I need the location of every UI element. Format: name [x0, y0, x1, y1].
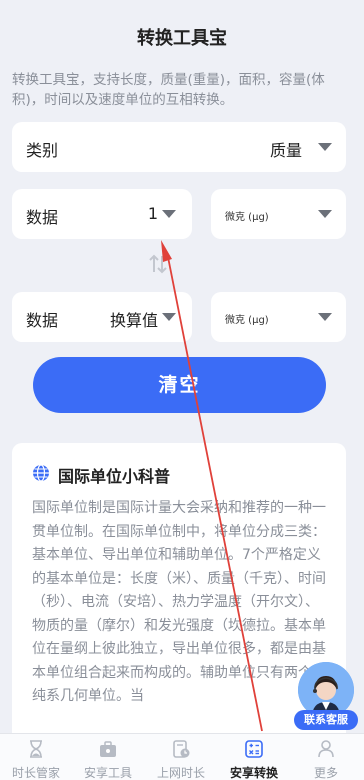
swap-icon[interactable]: [146, 254, 170, 274]
input-unit-value: 微克 (μg): [225, 212, 269, 223]
tab-tools[interactable]: 安享工具: [72, 734, 144, 780]
chevron-down-icon: [318, 210, 332, 218]
tab-label: 上网时长: [156, 766, 205, 780]
chevron-down-icon: [318, 143, 332, 151]
tab-more[interactable]: 更多: [290, 734, 362, 780]
bottom-tab-bar: 时长管家 安享工具 上网时长 安享转换 更多: [0, 733, 364, 780]
clear-button[interactable]: 清空: [33, 357, 326, 413]
input-value: 1: [147, 204, 158, 223]
chevron-down-icon: [162, 210, 176, 218]
category-select[interactable]: 类别 质量: [12, 122, 346, 172]
tab-label: 时长管家: [11, 766, 60, 780]
tab-label: 安享转换: [229, 766, 278, 780]
output-value-field[interactable]: 数据 换算值: [12, 292, 192, 342]
calculator-icon: [245, 740, 263, 758]
info-title: 国际单位小科普: [58, 467, 171, 486]
input-label: 数据: [26, 208, 59, 227]
clock-doc-icon: [173, 740, 190, 758]
output-unit-value: 微克 (μg): [225, 315, 269, 326]
output-value: 换算值: [109, 311, 158, 330]
input-value-field[interactable]: 数据 1: [12, 189, 192, 239]
output-label: 数据: [26, 311, 59, 330]
category-value: 质量: [269, 141, 302, 160]
page-title: 转换工具宝: [137, 28, 227, 49]
chevron-down-icon: [162, 313, 176, 321]
customer-service-button[interactable]: 联系客服: [294, 662, 358, 732]
tab-convert[interactable]: 安享转换: [218, 734, 290, 780]
globe-icon: [33, 464, 49, 482]
input-unit-select[interactable]: 微克 (μg): [211, 189, 346, 239]
tab-online-duration[interactable]: 上网时长: [145, 734, 217, 780]
category-label: 类别: [26, 141, 59, 160]
info-body: 国际单位制是国际计量大会采纳和推荐的一种一贯单位制。在国际单位制中，将单位分成三…: [32, 500, 326, 704]
hourglass-icon: [30, 740, 42, 758]
toolbox-icon: [100, 741, 116, 757]
person-icon: [318, 740, 334, 758]
tab-label: 更多: [313, 766, 338, 780]
intro-text: 转换工具宝，支持长度，质量(重量)，面积，容量(体积)，时间以及速度单位的互相转…: [12, 72, 325, 108]
tab-label: 安享工具: [83, 766, 132, 780]
chevron-down-icon: [318, 313, 332, 321]
tab-duration-manager[interactable]: 时长管家: [0, 734, 72, 780]
output-unit-select[interactable]: 微克 (μg): [211, 292, 346, 342]
customer-service-label: 联系客服: [294, 710, 358, 730]
